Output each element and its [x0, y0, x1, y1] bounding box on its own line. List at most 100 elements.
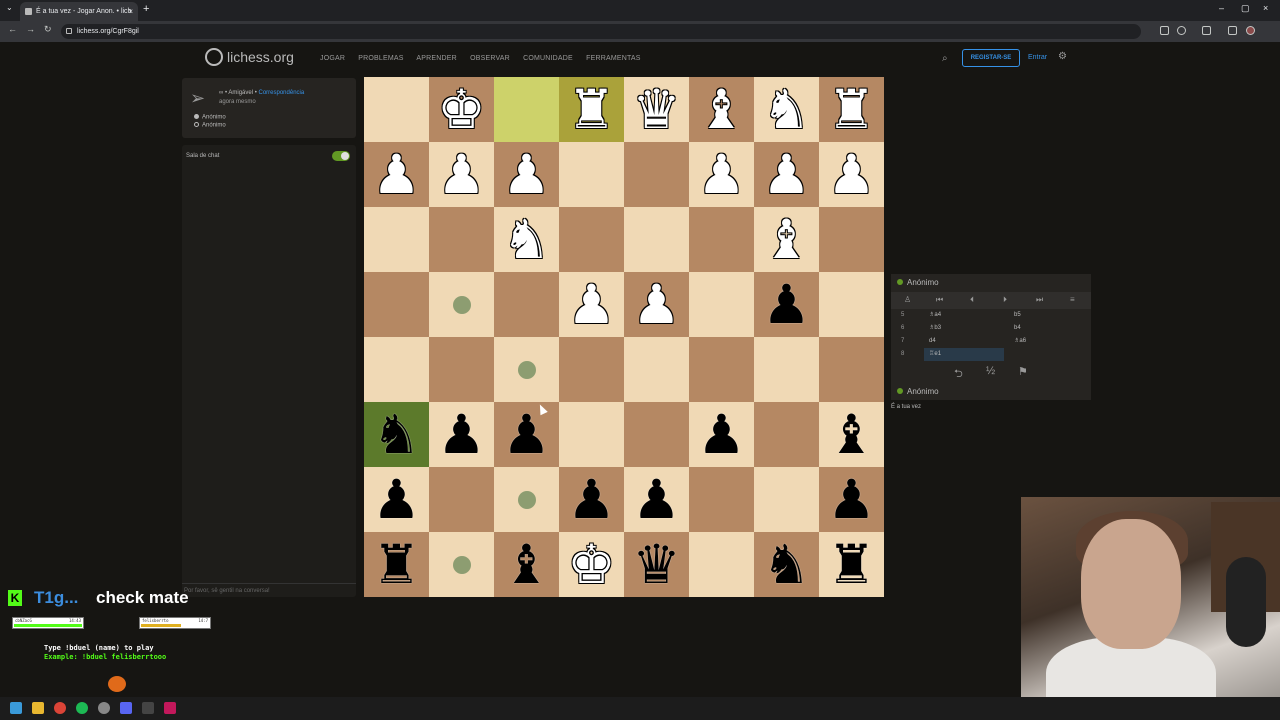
chrome-icon[interactable] — [54, 702, 66, 714]
board-square[interactable] — [819, 207, 884, 272]
legal-move-dot[interactable] — [518, 361, 536, 379]
board-square[interactable] — [494, 272, 559, 337]
nav-comunidade[interactable]: COMUNIDADE — [523, 55, 573, 62]
board-square[interactable] — [364, 272, 429, 337]
chess-piece[interactable]: ♚ — [559, 532, 624, 597]
board-square[interactable] — [754, 402, 819, 467]
chess-piece[interactable]: ♜ — [364, 532, 429, 597]
move-white[interactable]: ♖e1 — [929, 348, 941, 361]
board-square[interactable] — [624, 207, 689, 272]
chess-piece[interactable]: ♟ — [754, 272, 819, 337]
legal-move-dot[interactable] — [518, 491, 536, 509]
minimize-icon[interactable]: – — [1219, 3, 1224, 13]
new-tab-icon[interactable]: + — [143, 3, 149, 15]
chess-piece[interactable]: ♟ — [819, 142, 884, 207]
board-square[interactable] — [624, 402, 689, 467]
chess-piece[interactable]: ♟ — [494, 402, 559, 467]
board-square[interactable] — [819, 337, 884, 402]
board-square[interactable] — [364, 337, 429, 402]
chess-piece[interactable]: ♟ — [364, 467, 429, 532]
file-explorer-icon[interactable] — [32, 702, 44, 714]
chess-piece[interactable]: ♟ — [754, 142, 819, 207]
gear-icon[interactable]: ⚙ — [1058, 51, 1067, 62]
chess-piece[interactable]: ♞ — [754, 77, 819, 142]
takeback-icon[interactable]: ⮌ — [954, 365, 963, 384]
windows-start-icon[interactable] — [10, 702, 22, 714]
spotify-icon[interactable] — [76, 702, 88, 714]
obs-icon[interactable] — [98, 702, 110, 714]
correspondence-link[interactable]: Correspondência — [259, 90, 305, 96]
next-move-icon[interactable]: ⏵ — [1003, 295, 1007, 305]
move-white[interactable]: ♗b3 — [929, 322, 941, 335]
board-square[interactable] — [559, 337, 624, 402]
site-info-icon[interactable] — [66, 28, 72, 34]
draw-offer-icon[interactable]: ½ — [986, 365, 995, 377]
forward-icon[interactable]: → — [26, 24, 35, 34]
chess-piece[interactable]: ♟ — [559, 272, 624, 337]
back-icon[interactable]: ← — [8, 24, 17, 34]
chess-piece[interactable]: ♚ — [429, 77, 494, 142]
chess-piece[interactable]: ♞ — [754, 532, 819, 597]
board-square[interactable] — [429, 207, 494, 272]
app-icon[interactable] — [142, 702, 154, 714]
tab-search-icon[interactable]: ⌄ — [6, 3, 13, 12]
board-square[interactable] — [559, 142, 624, 207]
chess-piece[interactable]: ♟ — [429, 402, 494, 467]
move-black[interactable]: ♗a6 — [1014, 335, 1026, 348]
browser-tab[interactable]: É a tua vez - Jogar Anon. • lich × — [20, 2, 138, 21]
tab-close-icon[interactable]: × — [128, 2, 133, 21]
signin-link[interactable]: Entrar — [1028, 54, 1047, 61]
chess-piece[interactable]: ♟ — [624, 467, 689, 532]
board-square[interactable] — [689, 337, 754, 402]
lichess-logo[interactable]: lichess.org — [205, 48, 294, 66]
move-white[interactable]: d4 — [929, 335, 936, 348]
board-square[interactable] — [429, 467, 494, 532]
move-black[interactable]: b4 — [1014, 322, 1021, 335]
move-black[interactable]: b5 — [1014, 309, 1021, 322]
chess-piece[interactable]: ♞ — [494, 207, 559, 272]
board-square[interactable] — [819, 272, 884, 337]
board-square[interactable] — [689, 272, 754, 337]
discord-icon[interactable] — [120, 702, 132, 714]
player-black[interactable]: Anónimo — [194, 122, 226, 129]
nav-problemas[interactable]: PROBLEMAS — [358, 55, 403, 62]
board-square[interactable] — [429, 337, 494, 402]
app-icon[interactable] — [164, 702, 176, 714]
url-field[interactable]: lichess.org/CgrF8gil — [61, 24, 1141, 39]
chess-piece[interactable]: ♟ — [689, 142, 754, 207]
prev-move-icon[interactable]: ⏴ — [970, 295, 974, 305]
nav-observar[interactable]: OBSERVAR — [470, 55, 510, 62]
first-move-icon[interactable]: ⏮ — [936, 295, 943, 305]
extensions-icon[interactable] — [1202, 26, 1211, 35]
board-square[interactable] — [624, 142, 689, 207]
board-square[interactable] — [689, 532, 754, 597]
chess-piece[interactable]: ♜ — [819, 532, 884, 597]
board-square[interactable] — [754, 467, 819, 532]
chess-piece[interactable]: ♝ — [494, 532, 559, 597]
chess-piece[interactable]: ♜ — [559, 77, 624, 142]
board-square[interactable] — [754, 337, 819, 402]
board-square[interactable] — [624, 337, 689, 402]
board-square[interactable] — [689, 207, 754, 272]
chess-piece[interactable]: ♟ — [689, 402, 754, 467]
sidebar-icon[interactable] — [1228, 26, 1237, 35]
chess-piece[interactable]: ♝ — [819, 402, 884, 467]
bookmark-star-icon[interactable] — [1177, 26, 1186, 35]
chess-board[interactable]: ♚ ♜ ♛ ♝ ♞ ♜ ♟ ♟ ♟ ♟ ♟ ♟ ♞ ♝ ♟ ♟ ♟ ♞ ♟ ♟ ♟ ♝ ♟ ♟ ♟ ♟ ♜ ♝ ♚ ♛ ♞ ♜ 1 2 3 4 5 6 7 8… — [364, 77, 884, 597]
reload-icon[interactable]: ↻ — [44, 24, 52, 35]
menu-icon[interactable]: ≡ — [1070, 295, 1075, 304]
flip-board-icon[interactable]: ♙ — [904, 295, 911, 304]
move-white[interactable]: ♗a4 — [929, 309, 941, 322]
last-move-icon[interactable]: ⏭ — [1036, 295, 1043, 305]
resign-flag-icon[interactable]: ⚑ — [1018, 365, 1028, 378]
player-white[interactable]: Anónimo — [194, 114, 226, 121]
chess-piece[interactable]: ♟ — [819, 467, 884, 532]
nav-aprender[interactable]: APRENDER — [416, 55, 457, 62]
register-button[interactable]: REGISTAR-SE — [962, 49, 1020, 67]
chess-piece[interactable]: ♝ — [754, 207, 819, 272]
board-square[interactable] — [364, 207, 429, 272]
chess-piece[interactable]: ♛ — [624, 532, 689, 597]
chess-piece[interactable]: ♟ — [624, 272, 689, 337]
chat-toggle[interactable] — [332, 151, 350, 161]
board-square[interactable] — [364, 77, 429, 142]
